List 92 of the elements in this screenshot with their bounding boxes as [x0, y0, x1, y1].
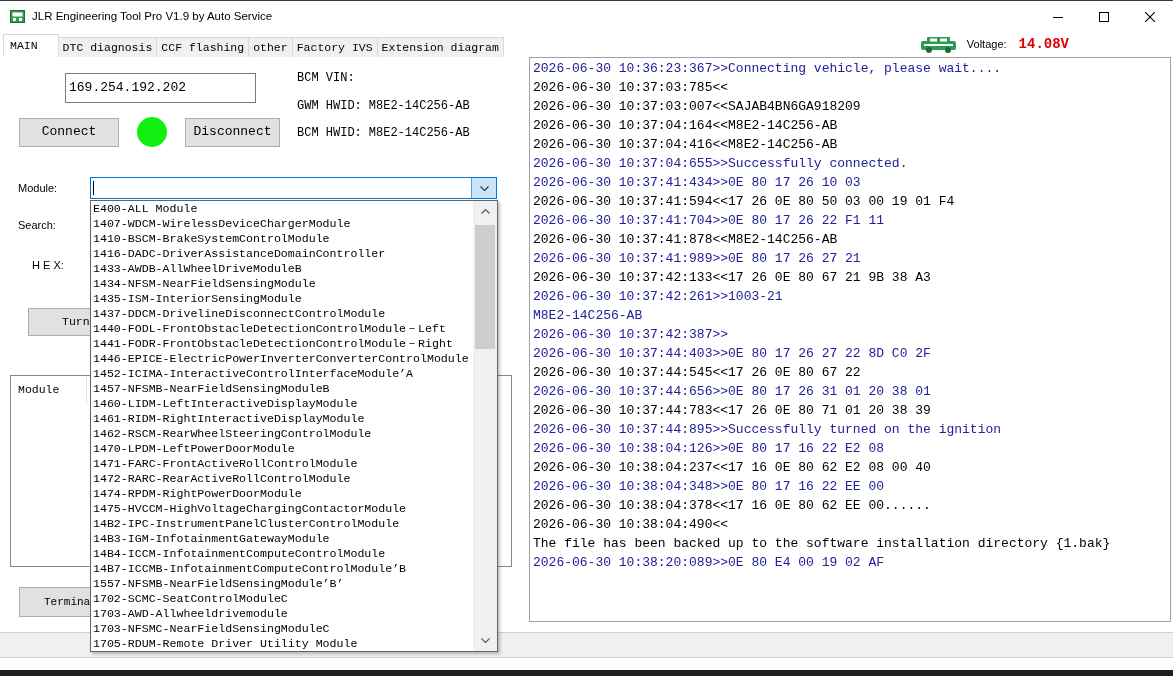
dropdown-option[interactable]: 1557-NFSMB-NearFieldSensingModule’B’	[93, 576, 473, 591]
dropdown-option[interactable]: 1457-NFSMB-NearFieldSensingModuleB	[93, 381, 473, 396]
dropdown-option[interactable]: 1474-RPDM-RightPowerDoorModule	[93, 486, 473, 501]
log-line: 2026-06-30 10:37:42:133<<17 26 0E 80 67 21 9B 38 A3	[533, 269, 932, 287]
log-line: M8E2-14C256-AB	[533, 307, 644, 325]
log-line: 2026-06-30 10:37:44:895>>Successfully turned on the ignition	[533, 421, 1003, 439]
dropdown-option[interactable]: 1452-ICIMA-InteractiveControlInterfaceModule’A	[93, 366, 473, 381]
tab[interactable]: Extension diagram	[377, 37, 504, 57]
tab[interactable]: other	[249, 37, 293, 57]
log-line: 2026-06-30 10:36:23:367>>Connecting vehicle, please wait....	[533, 60, 1003, 78]
log-line: 2026-06-30 10:37:03:785<<	[533, 79, 730, 97]
log-line: 2026-06-30 10:38:04:126>>0E 80 17 16 22 E2 08	[533, 440, 886, 458]
log-line: 2026-06-30 10:37:42:261>>1003-21	[533, 288, 784, 306]
dropdown-option[interactable]: 1435-ISM-InteriorSensingModule	[93, 291, 473, 306]
info-value: M8E2-14C256-AB	[368, 125, 470, 143]
search-label: Search:	[18, 217, 56, 233]
dropdown-option[interactable]: 14B7-ICCMB-InfotainmentComputeControlModule’B	[93, 561, 473, 576]
log-line: 2026-06-30 10:37:44:545<<17 26 0E 80 67 22	[533, 364, 862, 382]
chevron-up-icon	[480, 209, 490, 214]
maximize-icon	[1099, 11, 1109, 22]
window-title: JLR Engineering Tool Pro V1.9 by Auto Service	[32, 8, 273, 24]
dropdown-option[interactable]: 1407-WDCM-WirelessDeviceChargerModule	[93, 216, 473, 231]
scrollbar[interactable]	[473, 201, 497, 651]
vehicle-icon	[920, 36, 956, 53]
tab[interactable]: MAIN	[3, 34, 59, 57]
module-label: Module:	[18, 180, 59, 196]
dropdown-option[interactable]: 1471-FARC-FrontActiveRollControlModule	[93, 456, 473, 471]
log-line: 2026-06-30 10:37:04:164<<M8E2-14C256-AB	[533, 117, 839, 135]
log-line: 2026-06-30 10:38:20:089>>0E 80 E4 00 19 02 AF	[533, 554, 886, 572]
info-value: M8E2-14C256-AB	[368, 97, 470, 115]
log-line: 2026-06-30 10:38:04:348>>0E 80 17 16 22 EE 00	[533, 478, 886, 496]
hex-label: H E X:	[32, 257, 64, 273]
log-line: 2026-06-30 10:37:41:878<<M8E2-14C256-AB	[533, 231, 839, 249]
dropdown-option[interactable]: 1472-RARC-RearActiveRollControlModule	[93, 471, 473, 486]
log-line: 2026-06-30 10:37:41:704>>0E 80 17 26 22 F1 11	[533, 212, 886, 230]
log-line: 2026-06-30 10:37:04:655>>Successfully connected.	[533, 155, 909, 173]
dropdown-option[interactable]: 14B4-ICCM-InfotainmentComputeControlModule	[93, 546, 473, 561]
log-line: The file has been backed up to the software installation directory {1.bak}	[533, 535, 1112, 553]
log-line: 2026-06-30 10:37:42:387>>	[533, 326, 730, 344]
module-combobox[interactable]	[90, 177, 497, 199]
tab[interactable]: CCF flashing	[157, 37, 250, 57]
chevron-down-icon	[479, 185, 489, 191]
tab[interactable]: Factory IVS	[292, 37, 378, 57]
dropdown-option[interactable]: 1462-RSCM-RearWheelSteeringControlModule	[93, 426, 473, 441]
info-label: BCM HWID:	[297, 125, 362, 143]
dropdown-option[interactable]: 14B3-IGM-InfotainmentGatewayModule	[93, 531, 473, 546]
dropdown-option[interactable]: 1441-FODR-FrontObstacleDetectionControlModule－Right	[93, 336, 473, 351]
dropdown-option[interactable]: 1416-DADC-DriverAssistanceDomainController	[93, 246, 473, 261]
ip-address-field[interactable]: 169.254.192.202	[65, 73, 256, 103]
dropdown-option[interactable]: 1703-AWD-Allwheeldrivemodule	[93, 606, 473, 621]
log-line: 2026-06-30 10:38:04:237<<17 16 0E 80 62 E2 08 00 40	[533, 459, 932, 477]
scrollbar-thumb[interactable]	[475, 225, 495, 349]
log-line: 2026-06-30 10:37:41:989>>0E 80 17 26 27 21	[533, 250, 862, 268]
info-label: GWM HWID:	[297, 97, 362, 115]
dropdown-option[interactable]: 1433-AWDB-AllWheelDriveModuleB	[93, 261, 473, 276]
log-line: 2026-06-30 10:37:44:783<<17 26 0E 80 71 01 20 38 39	[533, 402, 932, 420]
app-icon	[10, 10, 25, 23]
dropdown-option[interactable]: 1437-DDCM-DrivelineDisconnectControlModule	[93, 306, 473, 321]
dropdown-option[interactable]: 1705-RDUM-Remote Driver Utility Module	[93, 636, 473, 651]
log-line: 2026-06-30 10:38:04:378<<17 16 0E 80 62 EE 00......	[533, 497, 932, 515]
dropdown-option[interactable]: 1460-LIDM-LeftInteractiveDisplayModule	[93, 396, 473, 411]
dropdown-option[interactable]: E400-ALL Module	[93, 201, 473, 216]
dropdown-option[interactable]: 1434-NFSM-NearFieldSensingModule	[93, 276, 473, 291]
log-line: 2026-06-30 10:37:04:416<<M8E2-14C256-AB	[533, 136, 839, 154]
dropdown-option[interactable]: 1461-RIDM-RightInteractiveDisplayModule	[93, 411, 473, 426]
dropdown-button[interactable]	[471, 178, 496, 198]
text-cursor	[93, 181, 94, 195]
chevron-down-icon	[480, 638, 490, 643]
dropdown-option[interactable]: 1702-SCMC-SeatControlModuleC	[93, 591, 473, 606]
log-line: 2026-06-30 10:38:04:490<<	[533, 516, 730, 534]
dropdown-option[interactable]: 1470-LPDM-LeftPowerDoorModule	[93, 441, 473, 456]
log-line: 2026-06-30 10:37:44:403>>0E 80 17 26 27 22 8D C0 2F	[533, 345, 932, 363]
dropdown-option[interactable]: 1703-NFSMC-NearFieldSensingModuleC	[93, 621, 473, 636]
tab[interactable]: DTC diagnosis	[58, 37, 158, 57]
log-line: 2026-06-30 10:37:41:434>>0E 80 17 26 10 03	[533, 174, 862, 192]
log-line: 2026-06-30 10:37:44:656>>0E 80 17 26 31 01 20 38 01	[533, 383, 932, 401]
turn-button[interactable]: Turn	[28, 308, 90, 336]
dropdown-option[interactable]: 1475-HVCCM-HighVoltageChargingContactorModule	[93, 501, 473, 516]
info-label: BCM VIN:	[297, 69, 355, 87]
dropdown-option[interactable]: 1446-EPICE-ElectricPowerInverterConverterControlModule	[93, 351, 473, 366]
voltage-value: 14.08V	[1018, 35, 1069, 54]
close-icon	[1145, 11, 1155, 22]
disconnect-button[interactable]: Disconnect	[185, 117, 280, 147]
voltage-label: Voltage:	[966, 37, 1007, 53]
log-line: 2026-06-30 10:37:41:594<<17 26 0E 80 50 03 00 19 01 F4	[533, 193, 956, 211]
termina-button[interactable]: Termina	[19, 587, 90, 617]
connect-button[interactable]: Connect	[19, 117, 119, 147]
column-header[interactable]: Module	[11, 376, 87, 404]
dropdown-option[interactable]: 1440-FODL-FrontObstacleDetectionControlModule－Left	[93, 321, 473, 336]
dropdown-option[interactable]: 1410-BSCM-BrakeSystemControlModule	[93, 231, 473, 246]
dropdown-option[interactable]: 14B2-IPC-InstrumentPanelClusterControlModule	[93, 516, 473, 531]
log-line: 2026-06-30 10:37:03:007<<SAJAB4BN6GA918209	[533, 98, 862, 116]
